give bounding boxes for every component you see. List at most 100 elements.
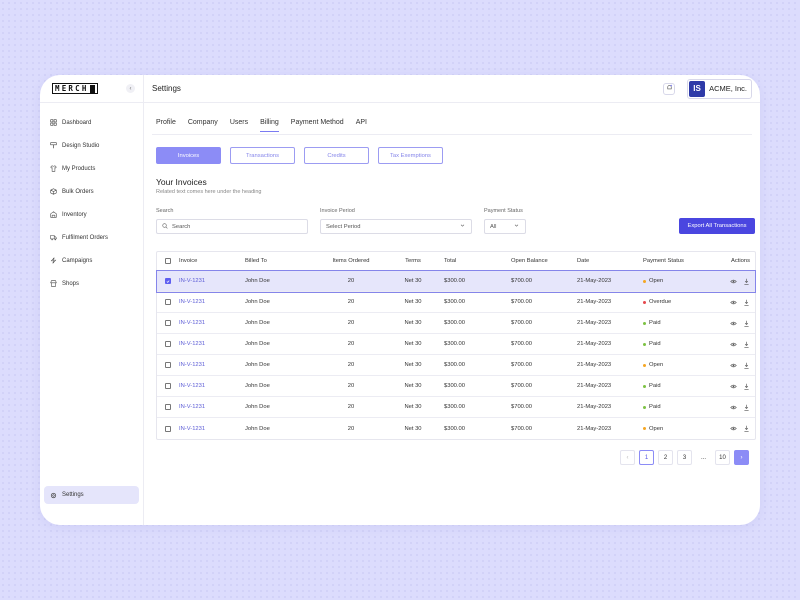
- page-button[interactable]: 10: [715, 450, 730, 465]
- items-ordered-cell: 20: [347, 299, 355, 305]
- column-header-terms: Terms: [405, 258, 421, 264]
- row-checkbox[interactable]: [165, 425, 171, 432]
- notifications-button[interactable]: [663, 82, 676, 95]
- download-icon[interactable]: [743, 425, 750, 432]
- box-icon: [50, 188, 57, 195]
- sidebar-item-my-products[interactable]: My Products: [40, 157, 143, 180]
- total-cell: $300.00: [444, 278, 465, 284]
- eye-icon[interactable]: [730, 299, 737, 306]
- row-checkbox[interactable]: [165, 341, 171, 347]
- row-checkbox-cell: [157, 362, 179, 368]
- table-row[interactable]: IN-V-1231 John Doe 20 Net 30 $300.00 $700.00 2…: [157, 376, 755, 397]
- collapse-sidebar-button[interactable]: ‹: [126, 84, 135, 93]
- billed-to-cell: John Doe: [245, 278, 270, 284]
- search-input[interactable]: Search: [156, 219, 308, 234]
- invoice-link[interactable]: IN-V-1231: [179, 320, 245, 326]
- payment-status-cell: Overdue: [643, 299, 713, 305]
- open-balance-cell: $700.00: [511, 362, 532, 368]
- table-row[interactable]: IN-V-1231 John Doe 20 Net 30 $300.00 $700.00 2…: [157, 355, 755, 376]
- terms-cell: Net 30: [404, 299, 422, 305]
- section-title: Your Invoices: [156, 177, 207, 187]
- sidebar-item-design-studio[interactable]: Design Studio: [40, 134, 143, 157]
- sidebar-item-dashboard[interactable]: Dashboard: [40, 111, 143, 134]
- subtab-transactions[interactable]: Transactions: [230, 147, 295, 164]
- account-switcher[interactable]: IS ACME, Inc.: [687, 78, 752, 99]
- subtab-credits[interactable]: Credits: [304, 147, 369, 164]
- sidebar: MERCH ‹ Dashboard Design Studio My Product…: [40, 75, 144, 525]
- brand-logo[interactable]: MERCH: [52, 83, 98, 94]
- row-checkbox[interactable]: [165, 383, 171, 389]
- payment-status-label: Payment Status: [484, 208, 523, 214]
- status-dot-icon: [643, 342, 646, 346]
- tab-profile[interactable]: Profile: [156, 119, 176, 132]
- tab-company[interactable]: Company: [188, 119, 218, 132]
- sidebar-item-campaigns[interactable]: Campaigns: [40, 249, 143, 272]
- tab-billing[interactable]: Billing: [260, 119, 279, 132]
- eye-icon[interactable]: [730, 278, 737, 285]
- payment-status-cell: Open: [643, 362, 713, 368]
- table-row[interactable]: IN-V-1231 John Doe 20 Net 30 $300.00 $700.00 2…: [157, 292, 755, 313]
- sidebar-item-fulfilment-orders[interactable]: Fulfilment Orders: [40, 226, 143, 249]
- download-icon[interactable]: [743, 278, 750, 285]
- invoice-link[interactable]: IN-V-1231: [179, 426, 245, 432]
- sidebar-item-shops[interactable]: Shops: [40, 272, 143, 295]
- actions-cell: [713, 278, 757, 285]
- table-row[interactable]: IN-V-1231 John Doe 20 Net 30 $300.00 $700.00 2…: [157, 334, 755, 355]
- download-icon[interactable]: [743, 383, 750, 390]
- invoice-period-select[interactable]: Select Period: [320, 219, 472, 234]
- open-balance-cell: $700.00: [511, 320, 532, 326]
- invoice-link[interactable]: IN-V-1231: [179, 341, 245, 347]
- table-row[interactable]: IN-V-1231 John Doe 20 Net 30 $300.00 $700.00 2…: [157, 418, 755, 439]
- eye-icon[interactable]: [730, 383, 737, 390]
- row-checkbox[interactable]: [165, 320, 171, 326]
- row-checkbox-cell: [157, 425, 179, 432]
- table-header-row: Invoice Billed To Items Ordered Terms Total O…: [157, 252, 755, 271]
- eye-icon[interactable]: [730, 320, 737, 327]
- payment-status-select[interactable]: All: [484, 219, 526, 234]
- page-button[interactable]: 3: [677, 450, 692, 465]
- previous-page-button[interactable]: ‹: [620, 450, 635, 465]
- table-row[interactable]: IN-V-1231 John Doe 20 Net 30 $300.00 $700.00 2…: [157, 397, 755, 418]
- invoice-link[interactable]: IN-V-1231: [179, 299, 245, 305]
- table-row[interactable]: IN-V-1231 John Doe 20 Net 30 $300.00 $700.00 2…: [156, 270, 757, 293]
- download-icon[interactable]: [743, 320, 750, 327]
- tab-users[interactable]: Users: [230, 119, 248, 132]
- next-page-button[interactable]: ›: [734, 450, 749, 465]
- sidebar-item-bulk-orders[interactable]: Bulk Orders: [40, 180, 143, 203]
- row-checkbox[interactable]: [165, 299, 171, 305]
- sidebar-item-inventory[interactable]: Inventory: [40, 203, 143, 226]
- invoice-link[interactable]: IN-V-1231: [179, 383, 245, 389]
- subtab-tax-exemptions[interactable]: Tax Exemptions: [378, 147, 443, 164]
- page-button[interactable]: 2: [658, 450, 673, 465]
- row-checkbox[interactable]: [165, 404, 171, 410]
- payment-status-cell: Paid: [643, 320, 713, 326]
- page-button[interactable]: 1: [639, 450, 654, 465]
- eye-icon[interactable]: [730, 341, 737, 348]
- download-icon[interactable]: [743, 341, 750, 348]
- invoice-link[interactable]: IN-V-1231: [179, 404, 245, 410]
- invoice-link[interactable]: IN-V-1231: [179, 362, 245, 368]
- terms-cell: Net 30: [404, 341, 422, 347]
- date-cell: 21-May-2023: [577, 299, 612, 305]
- download-icon[interactable]: [743, 404, 750, 411]
- export-all-transactions-button[interactable]: Export All Transactions: [679, 218, 755, 234]
- row-checkbox[interactable]: [165, 362, 171, 368]
- download-icon[interactable]: [743, 362, 750, 369]
- eye-icon[interactable]: [730, 404, 737, 411]
- billed-to-cell: John Doe: [245, 425, 270, 432]
- row-checkbox[interactable]: [165, 278, 171, 284]
- sidebar-item-label: Design Studio: [62, 142, 100, 149]
- sidebar-nav: Dashboard Design Studio My Products Bulk Or…: [40, 103, 143, 295]
- eye-icon[interactable]: [730, 362, 737, 369]
- eye-icon[interactable]: [730, 425, 737, 432]
- invoice-link[interactable]: IN-V-1231: [179, 278, 245, 284]
- download-icon[interactable]: [743, 299, 750, 306]
- row-checkbox-cell: [157, 383, 179, 389]
- tab-api[interactable]: API: [356, 119, 367, 132]
- subtab-invoices[interactable]: Invoices: [156, 147, 221, 164]
- column-header-billed-to: Billed To: [245, 258, 267, 264]
- sidebar-item-settings[interactable]: Settings: [44, 486, 139, 504]
- tab-payment-method[interactable]: Payment Method: [291, 119, 344, 132]
- select-all-checkbox[interactable]: [165, 258, 171, 264]
- table-row[interactable]: IN-V-1231 John Doe 20 Net 30 $300.00 $700.00 2…: [157, 313, 755, 334]
